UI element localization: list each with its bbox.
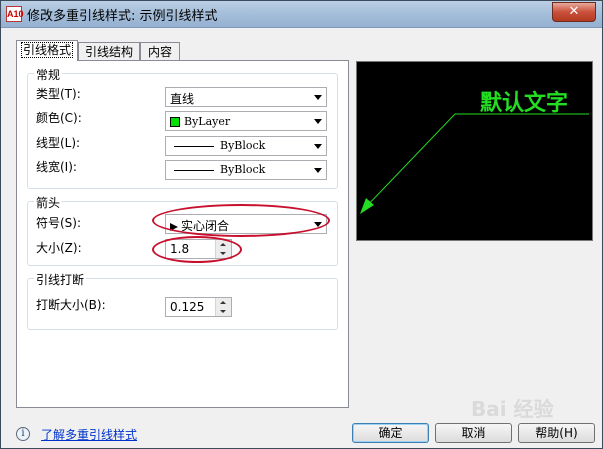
spin-down-icon[interactable] [216,307,231,316]
chevron-down-icon [314,222,322,227]
leader-format-panel: 常规 类型(T): 直线 颜色(C): ByLayer 线型(L): ByBlo… [16,60,349,408]
break-size-spinner[interactable]: 0.125 [165,297,232,317]
arrowhead-group-title: 箭头 [34,194,63,211]
chevron-down-icon [314,144,322,149]
type-select-value: 直线 [170,92,195,106]
preview-canvas: 默认文字 [360,90,589,214]
watermark: Bai 经验 [471,397,554,421]
leader-break-group-title: 引线打断 [34,271,87,288]
arrow-size-value: 1.8 [170,242,190,256]
spin-down-icon[interactable] [216,249,231,258]
type-select[interactable]: 直线 [165,87,327,107]
arrowhead-group: 箭头 符号(S): 实心闭合 大小(Z): 1.8 [27,194,338,266]
linetype-select[interactable]: ByBlock [165,136,327,156]
tab-leader-format-label: 引线格式 [20,42,73,58]
color-swatch-icon [170,116,180,127]
preview-text: 默认文字 [480,90,568,116]
lineweight-label: 线宽(I): [36,160,77,174]
chevron-down-icon [314,95,322,100]
leader-break-group: 引线打断 打断大小(B): 0.125 [27,271,338,330]
general-group: 常规 类型(T): 直线 颜色(C): ByLayer 线型(L): ByBlo… [27,66,338,189]
arrow-symbol-value-wrap: 实心闭合 [170,217,229,234]
help-button[interactable]: 帮助(H) [518,423,595,443]
color-label: 颜色(C): [36,111,82,125]
arrow-size-spinner[interactable]: 1.8 [165,239,232,259]
chevron-down-icon [314,168,322,173]
line-sample-icon [174,170,214,171]
window-title: 修改多重引线样式: 示例引线样式 [27,9,218,24]
size-label: 大小(Z): [36,241,82,255]
line-sample-icon [174,146,214,147]
linetype-select-value: ByBlock [220,139,266,152]
chevron-down-icon [314,119,322,124]
close-button[interactable]: ✕ [552,2,596,22]
arrow-symbol-value: 实心闭合 [181,219,230,233]
dialog-window: A10 修改多重引线样式: 示例引线样式 ✕ 引线格式 引线结构 内容 常规 类… [0,0,603,449]
title-bar[interactable]: A10 修改多重引线样式: 示例引线样式 ✕ [1,1,602,28]
closed-filled-arrow-icon [170,222,178,231]
color-select-value-wrap: ByLayer [170,114,230,128]
cancel-button[interactable]: 取消 [435,423,512,443]
spinner-buttons [215,298,231,316]
lineweight-select-value: ByBlock [220,163,266,176]
info-icon: i [16,427,30,441]
tab-content[interactable]: 内容 [140,42,180,60]
tab-leader-structure[interactable]: 引线结构 [78,42,140,60]
arrow-symbol-select[interactable]: 实心闭合 [165,214,327,234]
general-group-title: 常规 [34,66,63,83]
type-label: 类型(T): [36,87,81,101]
ok-button[interactable]: 确定 [352,423,429,443]
break-size-label: 打断大小(B): [36,298,106,312]
spinner-buttons [215,240,231,258]
style-preview: 默认文字 [356,61,593,241]
color-select-value: ByLayer [184,115,231,128]
autocad-app-icon: A10 [6,6,24,22]
color-select[interactable]: ByLayer [165,111,327,131]
lineweight-select[interactable]: ByBlock [165,160,327,180]
break-size-value: 0.125 [170,300,205,314]
symbol-label: 符号(S): [36,216,82,230]
tab-leader-format[interactable]: 引线格式 [16,40,78,61]
preview-leader-line [362,113,589,211]
learn-multileader-link[interactable]: 了解多重引线样式 [41,426,137,443]
linetype-label: 线型(L): [36,136,81,150]
